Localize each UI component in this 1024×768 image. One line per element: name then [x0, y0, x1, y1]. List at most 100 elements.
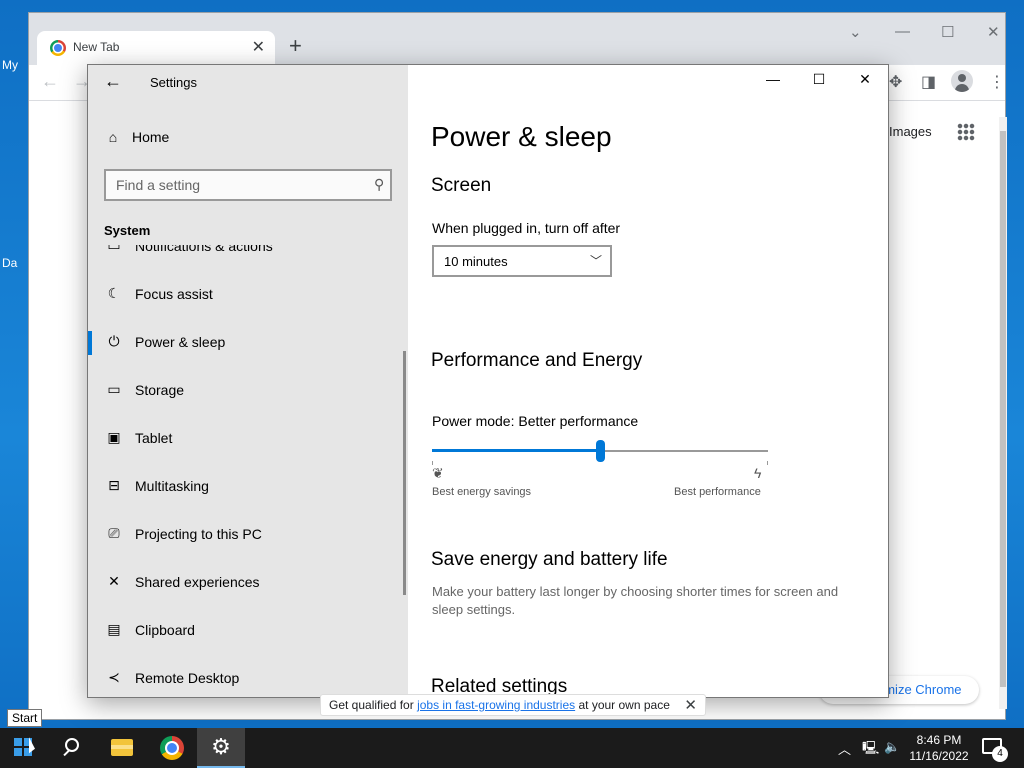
chrome-tab-strip: New Tab ✕ + ⌄ — ☐ ✕ — [29, 13, 1005, 65]
chrome-tab[interactable]: New Tab ✕ — [37, 31, 275, 65]
home-label: Home — [132, 129, 170, 145]
sidebar-item-storage[interactable]: ▭ Storage — [88, 367, 404, 415]
start-logo-pane — [14, 738, 22, 746]
infobar-text: at your own pace — [575, 698, 670, 712]
sidebar-item-shared-experiences[interactable]: ✕ Shared experiences — [88, 559, 404, 607]
sidebar-item-multitasking[interactable]: ⊟ Multitasking — [88, 463, 404, 511]
slider-tick — [767, 461, 768, 465]
sidebar-item-clipboard[interactable]: ▤ Clipboard — [88, 607, 404, 655]
notifications-icon: ▭ — [107, 245, 121, 253]
images-link[interactable]: Images — [889, 124, 932, 139]
save-energy-description: Make your battery last longer by choosin… — [432, 584, 839, 617]
storage-icon: ▭ — [107, 381, 121, 397]
clipboard-icon: ▤ — [107, 621, 121, 637]
sidebar-item-power-sleep[interactable]: ⏻ Power & sleep — [88, 319, 404, 367]
desktop-icon-label[interactable]: My — [2, 58, 18, 72]
chrome-taskbar-icon[interactable] — [148, 728, 196, 768]
slider-fill — [432, 449, 600, 452]
slider-left-label: Best energy savings — [432, 486, 532, 498]
search-icon: ⚲ — [373, 176, 384, 192]
notification-count-badge: 4 — [992, 746, 1008, 762]
scrollbar-thumb[interactable] — [1000, 131, 1006, 687]
infobar-link[interactable]: jobs in fast-growing industries — [417, 698, 575, 712]
search-input[interactable] — [106, 171, 390, 199]
sidebar-item-remote-desktop[interactable]: ≺ Remote Desktop — [88, 655, 404, 697]
side-panel-icon[interactable]: ◨ — [921, 72, 936, 92]
chrome-close-button[interactable]: ✕ — [987, 23, 1000, 41]
file-explorer-icon[interactable] — [98, 728, 146, 768]
back-arrow-icon[interactable]: ← — [41, 71, 59, 92]
new-tab-button[interactable]: + — [289, 33, 302, 59]
sidebar-item-projecting[interactable]: ⎚ Projecting to this PC — [88, 511, 404, 559]
settings-sidebar: ← Settings ⌂ Home ⚲ System ▭ Notification… — [88, 65, 408, 697]
google-apps-icon[interactable] — [957, 123, 975, 141]
chrome-menu-icon[interactable]: ⋮ — [989, 72, 1005, 92]
sidebar-item-focus-assist[interactable]: ☾ Focus assist — [88, 271, 404, 319]
sidebar-item-label: Storage — [135, 382, 185, 398]
home-nav-item[interactable]: ⌂ Home — [104, 129, 170, 145]
sidebar-item-label: Remote Desktop — [135, 670, 240, 686]
plugged-in-label: When plugged in, turn off after — [432, 220, 621, 236]
system-nav-list: ▭ Notifications & actions ☾ Focus assist… — [88, 245, 408, 697]
power-mode-slider[interactable] — [432, 440, 768, 465]
screen-heading: Screen — [431, 175, 492, 196]
start-logo-pane — [14, 748, 22, 756]
chrome-maximize-button[interactable]: ☐ — [941, 23, 954, 41]
sidebar-item-notifications[interactable]: ▭ Notifications & actions — [88, 245, 404, 271]
leaf-icon: ❦ — [432, 465, 444, 481]
taskbar-search-icon[interactable] — [48, 728, 96, 768]
chrome-minimize-button[interactable]: — — [895, 23, 910, 40]
section-label: System — [104, 223, 151, 238]
settings-gear-icon[interactable]: ⚙ — [197, 728, 245, 768]
multitasking-icon: ⊟ — [108, 477, 120, 493]
tab-close-icon[interactable]: ✕ — [252, 37, 265, 57]
desktop-icon-label[interactable]: Da — [2, 256, 17, 270]
lightning-icon: ϟ — [754, 465, 762, 481]
slider-right-label: Best performance — [674, 486, 761, 498]
profile-avatar-icon[interactable] — [951, 70, 973, 92]
taskbar: ⚙ ︿ 🖳 🔈 8:46 PM 11/16/2022 4 — [0, 728, 1024, 768]
remote-desktop-icon: ≺ — [108, 669, 120, 685]
tab-search-icon[interactable]: ⌄ — [849, 23, 862, 41]
sidebar-scrollbar[interactable] — [403, 351, 406, 595]
network-icon[interactable]: 🖳 — [862, 739, 879, 761]
chevron-down-icon: ﹀ — [589, 254, 602, 268]
system-clock[interactable]: 8:46 PM 11/16/2022 — [904, 732, 974, 764]
sidebar-item-label: Projecting to this PC — [135, 526, 262, 542]
projecting-icon: ⎚ — [108, 525, 120, 541]
start-tooltip: Start — [7, 709, 43, 727]
tablet-icon: ▣ — [107, 429, 121, 445]
moon-icon: ☾ — [107, 285, 121, 301]
sidebar-item-label: Clipboard — [135, 622, 195, 638]
power-mode-label: Power mode: Better performance — [432, 413, 639, 429]
infobar-text: Get qualified for — [329, 698, 418, 712]
home-icon: ⌂ — [108, 129, 118, 145]
sidebar-item-tablet[interactable]: ▣ Tablet — [88, 415, 404, 463]
sidebar-item-label: Shared experiences — [135, 574, 260, 590]
settings-content: Power & sleep Screen When plugged in, tu… — [408, 65, 888, 697]
volume-icon[interactable]: 🔈 — [884, 739, 900, 755]
back-arrow-icon[interactable]: ← — [104, 71, 122, 92]
chrome-infobar: Get qualified for jobs in fast-growing i… — [320, 694, 706, 716]
settings-window: ← Settings ⌂ Home ⚲ System ▭ Notification… — [87, 64, 889, 698]
power-icon: ⏻ — [108, 333, 120, 349]
clock-time: 8:46 PM — [916, 733, 962, 747]
search-box[interactable]: ⚲ — [104, 169, 392, 201]
chrome-scrollbar[interactable] — [999, 117, 1007, 709]
shared-experiences-icon: ✕ — [108, 573, 120, 589]
screen-timeout-dropdown[interactable]: 10 minutes ﹀ — [432, 245, 612, 277]
show-hidden-icons-chevron-icon[interactable]: ︿ — [838, 739, 851, 758]
page-title: Power & sleep — [431, 121, 612, 152]
sidebar-item-label: Tablet — [135, 430, 173, 446]
clock-date: 11/16/2022 — [909, 749, 969, 763]
infobar-close-icon[interactable]: ✕ — [684, 696, 697, 714]
sidebar-item-label: Focus assist — [135, 286, 213, 302]
dropdown-value: 10 minutes — [444, 254, 508, 269]
extensions-puzzle-icon[interactable]: ✥ — [889, 72, 902, 92]
slider-thumb[interactable] — [596, 440, 605, 462]
sidebar-item-label: Notifications & actions — [135, 245, 273, 254]
chrome-favicon-icon — [50, 40, 66, 56]
mouse-cursor — [29, 737, 35, 757]
tab-title: New Tab — [73, 40, 120, 54]
sidebar-item-label: Multitasking — [135, 478, 209, 494]
